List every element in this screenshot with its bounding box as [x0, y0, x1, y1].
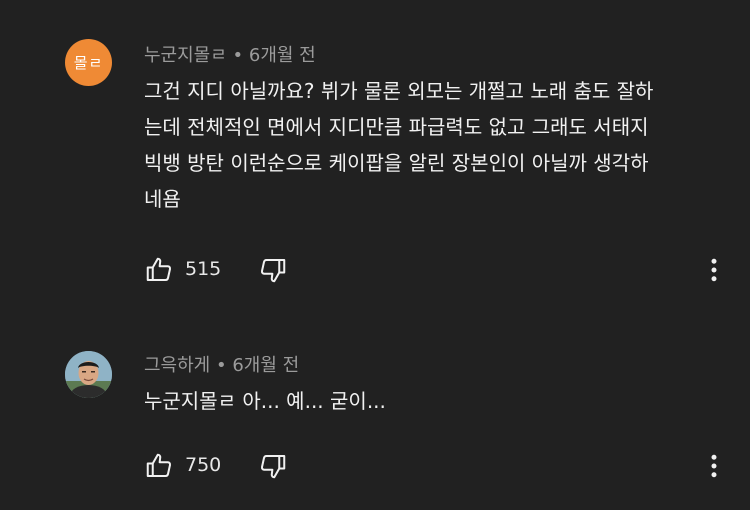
comment-text-line: 그건 지디 아닐까요? 뷔가 물론 외모는 개쩔고 노래 춤도 잘하	[144, 79, 654, 103]
profile-photo-icon	[65, 351, 112, 398]
like-count: 750	[185, 454, 222, 476]
comment-meta: 그윽하게 • 6개월 전	[144, 351, 299, 377]
thumbs-down-icon[interactable]	[258, 255, 288, 285]
comment-meta: 누군지몰ㄹ • 6개월 전	[144, 41, 316, 67]
author-name[interactable]: 누군지몰ㄹ	[144, 45, 227, 66]
thumbs-up-icon[interactable]	[144, 255, 174, 285]
comment-text: 누군지몰ㄹ 아... 예... 굳이...	[144, 383, 724, 419]
comment-time[interactable]: 6개월 전	[232, 355, 299, 376]
more-options-icon[interactable]	[699, 451, 729, 481]
like-count: 515	[185, 258, 222, 280]
meta-separator: •	[210, 355, 233, 376]
comment-time[interactable]: 6개월 전	[249, 45, 316, 66]
avatar-initials: 몰ㄹ	[73, 54, 104, 72]
avatar[interactable]	[65, 351, 112, 398]
more-options-icon[interactable]	[699, 255, 729, 285]
comment-text: 그건 지디 아닐까요? 뷔가 물론 외모는 개쩔고 노래 춤도 잘하 는데 전체…	[144, 73, 724, 217]
thumbs-down-icon[interactable]	[258, 451, 288, 481]
thumbs-up-icon[interactable]	[144, 451, 174, 481]
meta-separator: •	[226, 45, 249, 66]
comment-text-line: 는데 전체적인 면에서 지디만큼 파급력도 없고 그래도 서태지	[144, 115, 649, 139]
comment-text-line: 빅뱅 방탄 이런순으로 케이팝을 알린 장본인이 아닐까 생각하	[144, 151, 649, 175]
comment-text-line: 네욤	[144, 187, 181, 211]
comment-actions: 515	[144, 255, 744, 285]
comment-actions: 750	[144, 451, 744, 481]
avatar[interactable]: 몰ㄹ	[65, 39, 112, 86]
author-name[interactable]: 그윽하게	[144, 355, 210, 376]
comment-text-line: 누군지몰ㄹ 아... 예... 굳이...	[144, 389, 386, 413]
